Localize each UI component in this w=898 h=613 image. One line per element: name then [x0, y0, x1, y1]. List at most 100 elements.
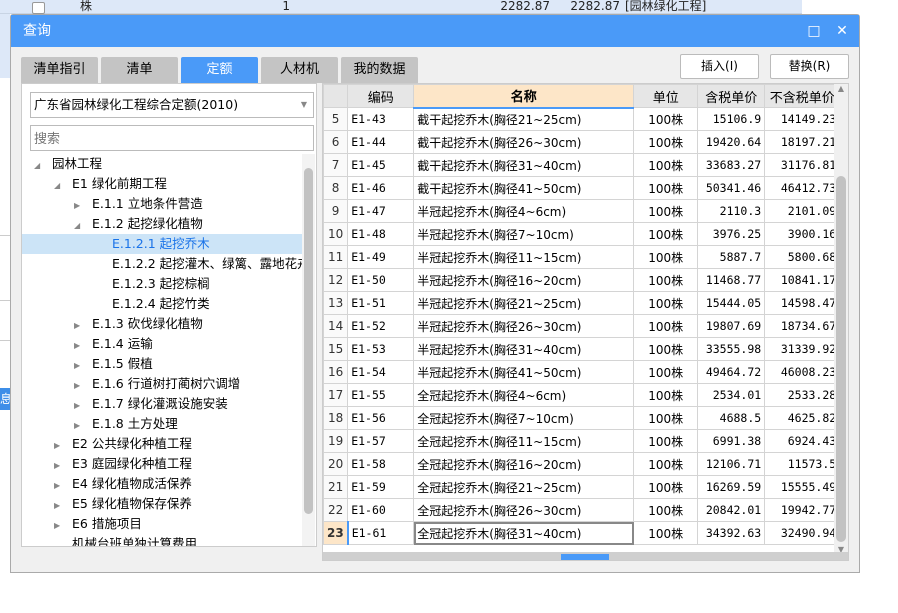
price-without-tax[interactable]: 15555.49: [764, 475, 841, 499]
price-without-tax[interactable]: 2101.09: [764, 199, 841, 223]
caret-collapsed-icon[interactable]: ▶: [54, 476, 66, 496]
price-with-tax[interactable]: 19420.64: [697, 130, 766, 154]
quota-name[interactable]: 半冠起挖乔木(胸径7~10cm): [413, 222, 635, 246]
caret-collapsed-icon[interactable]: ▶: [54, 456, 66, 476]
price-with-tax[interactable]: 15106.9: [697, 107, 766, 131]
table-row[interactable]: 14 E1-52 半冠起挖乔木(胸径26~30cm) 100株 19807.69 1873…: [323, 314, 841, 338]
price-without-tax[interactable]: 14598.47: [764, 291, 841, 315]
price-with-tax[interactable]: 49464.72: [697, 360, 766, 384]
quota-name[interactable]: 半冠起挖乔木(胸径31~40cm): [413, 337, 635, 361]
row-index[interactable]: 18: [323, 406, 349, 430]
price-with-tax[interactable]: 4688.5: [697, 406, 766, 430]
table-row[interactable]: 18 E1-56 全冠起挖乔木(胸径7~10cm) 100株 4688.5 4625.82: [323, 406, 841, 430]
tree-node[interactable]: ◢ E1 绿化前期工程: [22, 174, 302, 194]
tree-node[interactable]: ▶ E.1.3 砍伐绿化植物: [22, 314, 302, 334]
row-index[interactable]: 6: [323, 130, 349, 154]
unit[interactable]: 100株: [633, 176, 699, 200]
quota-name[interactable]: 全冠起挖乔木(胸径16~20cm): [413, 452, 635, 476]
quota-name[interactable]: 全冠起挖乔木(胸径11~15cm): [413, 429, 635, 453]
price-without-tax[interactable]: 3900.16: [764, 222, 841, 246]
tree-node[interactable]: ▶ E3 庭园绿化种植工程: [22, 454, 302, 474]
row-index[interactable]: 16: [323, 360, 349, 384]
tree-node[interactable]: ▶ E.1.5 假植: [22, 354, 302, 374]
tree-node[interactable]: E.1.2.4 起挖竹类: [22, 294, 302, 314]
quota-name[interactable]: 半冠起挖乔木(胸径11~15cm): [413, 245, 635, 269]
caret-collapsed-icon[interactable]: ▶: [74, 376, 86, 396]
row-index[interactable]: 23: [323, 521, 349, 545]
unit[interactable]: 100株: [633, 268, 699, 292]
quota-name[interactable]: 全冠起挖乔木(胸径21~25cm): [413, 475, 635, 499]
price-with-tax[interactable]: 2110.3: [697, 199, 766, 223]
table-row[interactable]: 23 E1-61 全冠起挖乔木(胸径31~40cm) 100株 34392.63 3249…: [323, 521, 841, 545]
col-header-price-tax[interactable]: 含税单价: [697, 84, 766, 108]
tree-node[interactable]: ▶ E.1.1 立地条件营造: [22, 194, 302, 214]
quota-code[interactable]: E1-50: [347, 268, 415, 292]
price-with-tax[interactable]: 33683.27: [697, 153, 766, 177]
table-row[interactable]: 20 E1-58 全冠起挖乔木(胸径16~20cm) 100株 12106.71 1157…: [323, 452, 841, 476]
tree-node[interactable]: ▶ E5 绿化植物保存保养: [22, 494, 302, 514]
price-with-tax[interactable]: 15444.05: [697, 291, 766, 315]
tree-node[interactable]: ▶ E.1.6 行道树打蔺树穴调增: [22, 374, 302, 394]
tree-node[interactable]: ▶ E.1.7 绿化灌溉设施安装: [22, 394, 302, 414]
unit[interactable]: 100株: [633, 406, 699, 430]
caret-collapsed-icon[interactable]: ▶: [54, 496, 66, 516]
tree-node[interactable]: ▶ E6 措施项目: [22, 514, 302, 534]
splitter-handle[interactable]: [561, 554, 609, 560]
price-without-tax[interactable]: 5800.68: [764, 245, 841, 269]
table-row[interactable]: 12 E1-50 半冠起挖乔木(胸径16~20cm) 100株 11468.77 1084…: [323, 268, 841, 292]
table-row[interactable]: 21 E1-59 全冠起挖乔木(胸径21~25cm) 100株 16269.59 1555…: [323, 475, 841, 499]
price-with-tax[interactable]: 2534.01: [697, 383, 766, 407]
bg-info-tab[interactable]: 息: [0, 388, 10, 410]
splitter-bar[interactable]: [323, 552, 848, 560]
price-with-tax[interactable]: 34392.63: [697, 521, 766, 545]
caret-collapsed-icon[interactable]: ▶: [74, 356, 86, 376]
price-without-tax[interactable]: 4625.82: [764, 406, 841, 430]
price-with-tax[interactable]: 20842.01: [697, 498, 766, 522]
unit[interactable]: 100株: [633, 291, 699, 315]
unit[interactable]: 100株: [633, 107, 699, 131]
table-row[interactable]: 7 E1-45 截干起挖乔木(胸径31~40cm) 100株 33683.27 31176…: [323, 153, 841, 177]
quota-name[interactable]: 全冠起挖乔木(胸径26~30cm): [413, 498, 635, 522]
tab-labor-material-machine[interactable]: 人材机: [261, 57, 338, 83]
price-with-tax[interactable]: 6991.38: [697, 429, 766, 453]
tab-bill-guide[interactable]: 清单指引: [21, 57, 98, 83]
price-without-tax[interactable]: 10841.17: [764, 268, 841, 292]
quota-code[interactable]: E1-51: [347, 291, 415, 315]
tree-node[interactable]: ◢ E.1.2 起挖绿化植物: [22, 214, 302, 234]
price-without-tax[interactable]: 46412.73: [764, 176, 841, 200]
col-header-code[interactable]: 编码: [347, 84, 415, 108]
quota-code[interactable]: E1-52: [347, 314, 415, 338]
unit[interactable]: 100株: [633, 498, 699, 522]
caret-collapsed-icon[interactable]: ▶: [54, 436, 66, 456]
quota-code[interactable]: E1-54: [347, 360, 415, 384]
caret-collapsed-icon[interactable]: ▶: [74, 196, 86, 216]
row-index[interactable]: 8: [323, 176, 349, 200]
table-row[interactable]: 9 E1-47 半冠起挖乔木(胸径4~6cm) 100株 2110.3 2101.09: [323, 199, 841, 223]
table-row[interactable]: 6 E1-44 截干起挖乔木(胸径26~30cm) 100株 19420.64 18197…: [323, 130, 841, 154]
row-index[interactable]: 11: [323, 245, 349, 269]
row-checkbox[interactable]: [32, 2, 45, 14]
table-row[interactable]: 8 E1-46 截干起挖乔木(胸径41~50cm) 100株 50341.46 46412…: [323, 176, 841, 200]
table-row[interactable]: 13 E1-51 半冠起挖乔木(胸径21~25cm) 100株 15444.05 1459…: [323, 291, 841, 315]
quota-name[interactable]: 半冠起挖乔木(胸径21~25cm): [413, 291, 635, 315]
row-index[interactable]: 21: [323, 475, 349, 499]
scroll-up-icon[interactable]: ▲: [834, 84, 848, 93]
quota-name[interactable]: 截干起挖乔木(胸径41~50cm): [413, 176, 635, 200]
tree-scrollbar[interactable]: [302, 154, 315, 546]
price-without-tax[interactable]: 18197.21: [764, 130, 841, 154]
table-row[interactable]: 17 E1-55 全冠起挖乔木(胸径4~6cm) 100株 2534.01 2533.28: [323, 383, 841, 407]
quota-code[interactable]: E1-48: [347, 222, 415, 246]
table-row[interactable]: 19 E1-57 全冠起挖乔木(胸径11~15cm) 100株 6991.38 6924.…: [323, 429, 841, 453]
unit[interactable]: 100株: [633, 429, 699, 453]
tree-node[interactable]: ▶ E.1.8 土方处理: [22, 414, 302, 434]
dialog-titlebar[interactable]: 查询 □ ✕: [11, 15, 859, 47]
col-header-unit[interactable]: 单位: [633, 84, 699, 108]
quota-code[interactable]: E1-49: [347, 245, 415, 269]
tree-node[interactable]: 机械台班单独计算费用: [22, 534, 302, 546]
price-with-tax[interactable]: 12106.71: [697, 452, 766, 476]
quota-name[interactable]: 全冠起挖乔木(胸径7~10cm): [413, 406, 635, 430]
tree-node[interactable]: E.1.2.3 起挖棕榈: [22, 274, 302, 294]
row-index[interactable]: 13: [323, 291, 349, 315]
quota-name[interactable]: 截干起挖乔木(胸径31~40cm): [413, 153, 635, 177]
tree-node[interactable]: E.1.2.2 起挖灌木、绿篱、露地花卉: [22, 254, 310, 274]
